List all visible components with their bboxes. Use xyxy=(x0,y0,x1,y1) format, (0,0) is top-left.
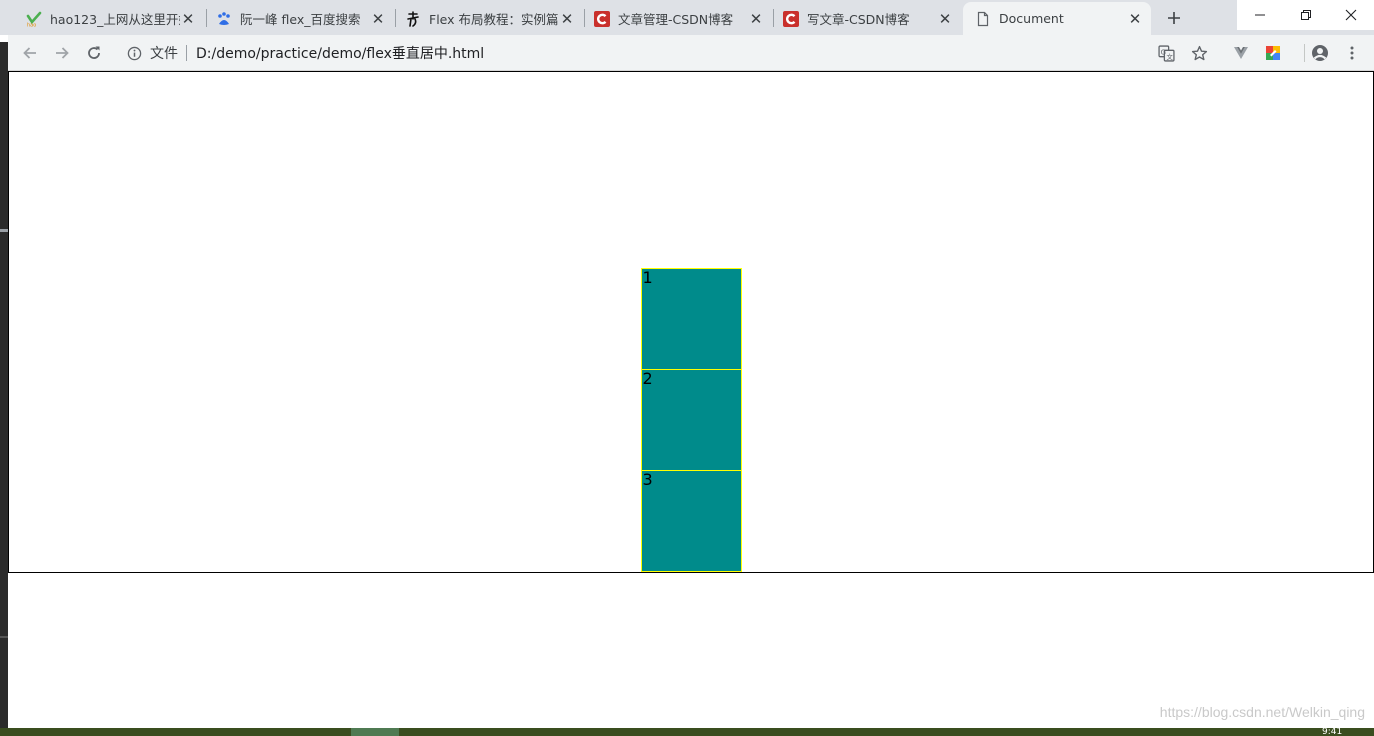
translate-icon: G文 xyxy=(1157,44,1175,62)
close-icon[interactable]: ✕ xyxy=(748,10,764,28)
info-icon[interactable] xyxy=(126,45,142,61)
flex-item: 1 xyxy=(640,268,742,370)
tab-title: hao123_上网从这里开始 xyxy=(50,12,180,27)
taskbar-clock: 9:41 xyxy=(1322,728,1343,736)
minimize-button[interactable] xyxy=(1237,0,1283,30)
hao123-icon: hao xyxy=(26,11,42,27)
tab-title: Flex 布局教程：实例篇 xyxy=(429,12,559,27)
flex-container: 1 2 3 xyxy=(8,71,1374,573)
taskbar xyxy=(0,728,1374,736)
colorful-extension-icon xyxy=(1266,46,1280,60)
close-icon xyxy=(1345,9,1357,21)
tab-document[interactable]: Document ✕ xyxy=(963,2,1151,35)
desktop-edge-marker xyxy=(0,636,8,638)
vue-devtools-icon xyxy=(1234,47,1248,59)
tab-title: 文章管理-CSDN博客 xyxy=(618,12,734,27)
reload-icon xyxy=(88,46,100,59)
csdn-icon xyxy=(594,10,610,27)
taskbar-active-app[interactable] xyxy=(351,728,399,736)
extension-color-button[interactable] xyxy=(1261,41,1285,65)
account-icon xyxy=(1312,45,1328,61)
tab-title: 阮一峰 flex_百度搜索 xyxy=(240,12,361,27)
scheme-label: 文件 xyxy=(150,46,178,62)
restore-button[interactable] xyxy=(1283,0,1329,30)
reload-button[interactable] xyxy=(82,41,106,65)
new-tab-button[interactable] xyxy=(1160,4,1188,32)
tab-csdn-manage[interactable]: 文章管理-CSDN博客 ✕ xyxy=(582,2,772,35)
svg-text:G: G xyxy=(1160,48,1165,56)
close-icon[interactable]: ✕ xyxy=(180,10,196,28)
url-text[interactable]: D:/demo/practice/demo/flex垂直居中.html xyxy=(196,43,484,63)
tab-title: Document xyxy=(999,11,1064,26)
bookmark-star-button[interactable] xyxy=(1187,41,1211,65)
more-vertical-icon xyxy=(1350,46,1354,60)
star-icon xyxy=(1191,45,1207,60)
browser-window: hao hao123_上网从这里开始 ✕ 阮一峰 flex_百度搜索 ✕ Fle… xyxy=(0,0,1374,736)
address-bar[interactable]: 文件 D:/demo/practice/demo/flex垂直居中.html xyxy=(120,38,1220,68)
translate-button[interactable]: G文 xyxy=(1154,41,1178,65)
arrow-right-icon xyxy=(56,47,69,59)
desktop-edge-marker xyxy=(0,229,8,232)
tab-strip: hao hao123_上网从这里开始 ✕ 阮一峰 flex_百度搜索 ✕ Fle… xyxy=(0,0,1374,35)
watermark: https://blog.csdn.net/Welkin_qing xyxy=(1159,704,1365,720)
close-icon[interactable]: ✕ xyxy=(1127,10,1143,28)
tab-hao123[interactable]: hao hao123_上网从这里开始 ✕ xyxy=(14,2,204,35)
desktop-edge-dark xyxy=(0,42,8,728)
minimize-icon xyxy=(1255,14,1265,16)
extension-vue-button[interactable] xyxy=(1229,41,1253,65)
back-button[interactable] xyxy=(18,41,42,65)
forward-button[interactable] xyxy=(50,41,74,65)
toolbar-separator xyxy=(1304,44,1305,62)
svg-text:文: 文 xyxy=(1166,51,1173,60)
baidu-paw-icon xyxy=(216,11,232,27)
tab-flex-tutorial[interactable]: Flex 布局教程：实例篇 ✕ xyxy=(393,2,583,35)
tab-csdn-write[interactable]: 写文章-CSDN博客 ✕ xyxy=(771,2,961,35)
close-icon[interactable]: ✕ xyxy=(370,10,386,28)
page-viewport: 1 2 3 https://blog.csdn.net/Welkin_qing xyxy=(8,71,1374,728)
browser-toolbar: 文件 D:/demo/practice/demo/flex垂直居中.html G… xyxy=(8,35,1374,71)
close-icon[interactable]: ✕ xyxy=(937,10,953,28)
tab-title: 写文章-CSDN博客 xyxy=(807,12,910,27)
menu-button[interactable] xyxy=(1340,41,1364,65)
document-icon xyxy=(975,11,991,27)
close-window-button[interactable] xyxy=(1328,0,1374,30)
tab-baidu[interactable]: 阮一峰 flex_百度搜索 ✕ xyxy=(204,2,394,35)
arrow-left-icon xyxy=(23,47,36,59)
csdn-icon xyxy=(783,10,799,27)
svg-text:hao: hao xyxy=(27,22,36,27)
ruanyf-logo-icon xyxy=(405,10,421,27)
restore-icon xyxy=(1301,10,1311,20)
flex-item: 2 xyxy=(640,369,742,471)
close-icon[interactable]: ✕ xyxy=(559,10,575,28)
plus-icon xyxy=(1168,12,1180,24)
profile-button[interactable] xyxy=(1308,41,1332,65)
flex-item: 3 xyxy=(640,470,742,572)
omnibox-separator xyxy=(186,45,187,61)
